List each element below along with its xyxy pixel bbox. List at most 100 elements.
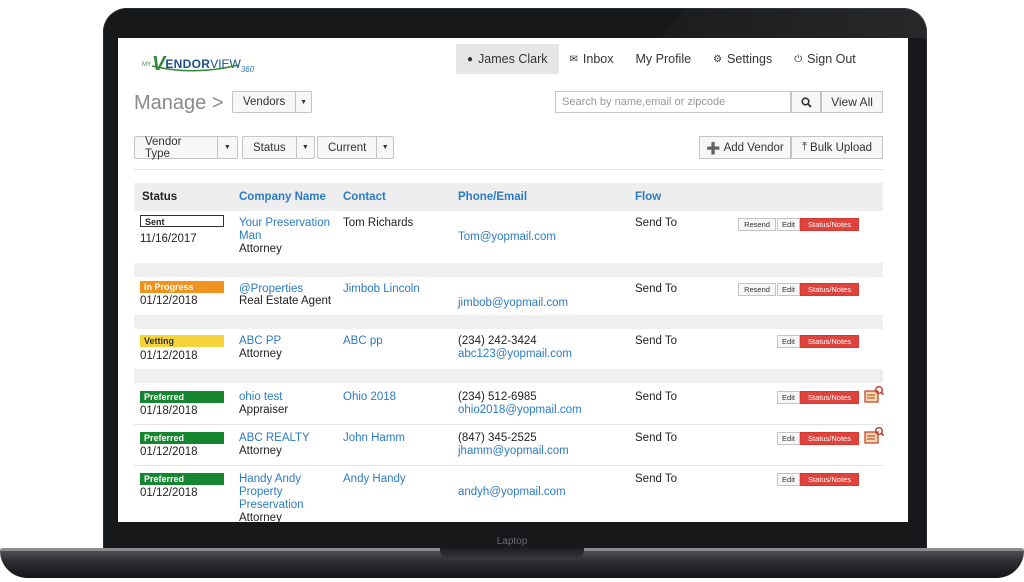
company-link[interactable]: Your Preservation	[239, 217, 330, 230]
status-notes-button[interactable]: Status/Notes	[800, 391, 859, 404]
table-row: Preferred 01/12/2018 Handy Andy Property…	[134, 466, 883, 522]
row-spacer	[134, 263, 883, 277]
nav-inbox-label: Inbox	[582, 52, 614, 66]
vendorview-logo[interactable]: MY V ENDOR VIEW 360	[142, 48, 254, 74]
search-button[interactable]	[791, 91, 821, 113]
current-filter[interactable]: Current ▼	[317, 136, 394, 159]
row-date: 01/12/2018	[140, 446, 198, 458]
vendor-type: Attorney	[239, 512, 282, 522]
search-input[interactable]: Search by name,email or zipcode	[555, 91, 791, 113]
table-row: Preferred 01/18/2018 ohio test Appraiser…	[134, 383, 884, 425]
edit-button[interactable]: Edit	[777, 283, 800, 296]
status-badge: Vetting	[140, 335, 224, 347]
edit-button[interactable]: Edit	[777, 432, 800, 445]
resend-button[interactable]: Resend	[738, 218, 776, 231]
email-link[interactable]: jhamm@yopmail.com	[458, 445, 569, 458]
chevron-down-icon: ▼	[216, 137, 237, 158]
status-notes-button[interactable]: Status/Notes	[800, 473, 859, 486]
row-spacer	[134, 315, 883, 329]
vendor-type-label: Vendor Type	[145, 135, 182, 160]
company-link[interactable]: Handy Andy	[239, 473, 301, 486]
phone: (847) 345-2525	[458, 432, 537, 444]
edit-button[interactable]: Edit	[777, 391, 800, 404]
add-vendor-button[interactable]: ➕ Add Vendor	[699, 136, 791, 159]
status-badge: Sent	[140, 215, 224, 227]
edit-button[interactable]: Edit	[777, 218, 800, 231]
contact-link[interactable]: ABC pp	[343, 335, 383, 348]
phone: (234) 242-3424	[458, 335, 537, 347]
contact-link[interactable]: Ohio 2018	[343, 391, 396, 404]
row-date: 01/12/2018	[140, 295, 198, 307]
contact-link[interactable]: John Hamm	[343, 432, 405, 445]
status-notes-button[interactable]: Status/Notes	[800, 432, 859, 445]
table-row: Vetting 01/12/2018 ABC PP Attorney ABC p…	[134, 329, 883, 369]
flow: Send To	[635, 473, 677, 485]
vendor-type: Attorney	[239, 348, 282, 360]
row-date: 01/12/2018	[140, 350, 198, 362]
view-all-button[interactable]: View All	[821, 91, 883, 113]
envelope-icon: ✉	[569, 53, 578, 65]
vendor-type-filter[interactable]: Vendor Type ▼	[134, 135, 238, 160]
vendor-type: Appraiser	[239, 404, 289, 416]
nav-inbox[interactable]: ✉ Inbox	[559, 44, 625, 74]
nav-settings-label: Settings	[727, 52, 773, 66]
email-link[interactable]: andyh@yopmail.com	[458, 486, 566, 499]
header-contact[interactable]: Contact	[343, 191, 386, 203]
nav-profile-label: My Profile	[635, 52, 692, 66]
document-search-icon[interactable]	[864, 385, 884, 405]
status-badge: In Progress	[140, 281, 224, 293]
flow: Send To	[635, 335, 677, 347]
logo-360: 360	[240, 65, 255, 74]
document-search-icon[interactable]	[864, 426, 884, 446]
upload-icon: ⤒	[801, 141, 808, 153]
laptop-notch	[440, 548, 584, 560]
scope-dropdown-label: Vendors	[243, 96, 286, 108]
header-company[interactable]: Company Name	[239, 191, 326, 203]
table-row: In Progress 01/12/2018 @Properties Real …	[134, 277, 883, 315]
nav-signout[interactable]: ⏻ Sign Out	[783, 44, 867, 74]
contact-link[interactable]: Jimbob Lincoln	[343, 283, 420, 296]
edit-button[interactable]: Edit	[777, 473, 800, 486]
status-badge: Preferred	[140, 473, 224, 485]
main-nav: ● James Clark ✉ Inbox My Profile ⚙ Setti…	[456, 44, 867, 74]
contact-name: Tom Richards	[343, 217, 414, 229]
status-notes-button[interactable]: Status/Notes	[800, 335, 859, 348]
chevron-down-icon: ▼	[295, 92, 311, 112]
vendor-type: Attorney	[239, 445, 282, 457]
company-link[interactable]: ABC PP	[239, 335, 281, 348]
company-link-line2[interactable]: Man	[239, 230, 261, 243]
gear-icon: ⚙	[713, 53, 723, 65]
company-link-line2[interactable]: Property	[239, 486, 282, 499]
email-link[interactable]: jimbob@yopmail.com	[458, 297, 568, 310]
company-link[interactable]: ABC REALTY	[239, 432, 310, 445]
flow: Send To	[635, 432, 677, 444]
header-flow[interactable]: Flow	[635, 191, 661, 203]
email-link[interactable]: Tom@yopmail.com	[458, 231, 556, 244]
status-badge: Preferred	[140, 391, 224, 403]
nav-user[interactable]: ● James Clark	[456, 44, 559, 74]
nav-profile[interactable]: My Profile	[625, 44, 703, 74]
nav-user-label: James Clark	[478, 52, 548, 66]
row-spacer	[134, 369, 883, 383]
resend-button[interactable]: Resend	[738, 283, 776, 296]
chevron-down-icon: ▼	[376, 137, 393, 158]
email-link[interactable]: abc123@yopmail.com	[458, 348, 572, 361]
scope-dropdown[interactable]: Vendors ▼	[232, 91, 312, 113]
bulk-upload-button[interactable]: ⤒ Bulk Upload	[791, 136, 883, 159]
bulk-upload-label: Bulk Upload	[810, 141, 873, 154]
contact-link[interactable]: Andy Handy	[343, 473, 406, 486]
status-filter[interactable]: Status ▼	[242, 136, 315, 159]
nav-settings[interactable]: ⚙ Settings	[702, 44, 783, 74]
status-notes-button[interactable]: Status/Notes	[800, 283, 859, 296]
status-notes-button[interactable]: Status/Notes	[800, 218, 859, 231]
device-label: Laptop	[496, 536, 528, 547]
email-link[interactable]: ohio2018@yopmail.com	[458, 404, 582, 417]
flow: Send To	[635, 283, 677, 295]
row-date: 01/12/2018	[140, 487, 198, 499]
add-vendor-label: Add Vendor	[723, 141, 784, 154]
header-status[interactable]: Status	[142, 191, 177, 203]
company-link[interactable]: ohio test	[239, 391, 282, 404]
header-phone-email[interactable]: Phone/Email	[458, 191, 527, 203]
company-link-line3[interactable]: Preservation	[239, 499, 304, 512]
edit-button[interactable]: Edit	[777, 335, 800, 348]
